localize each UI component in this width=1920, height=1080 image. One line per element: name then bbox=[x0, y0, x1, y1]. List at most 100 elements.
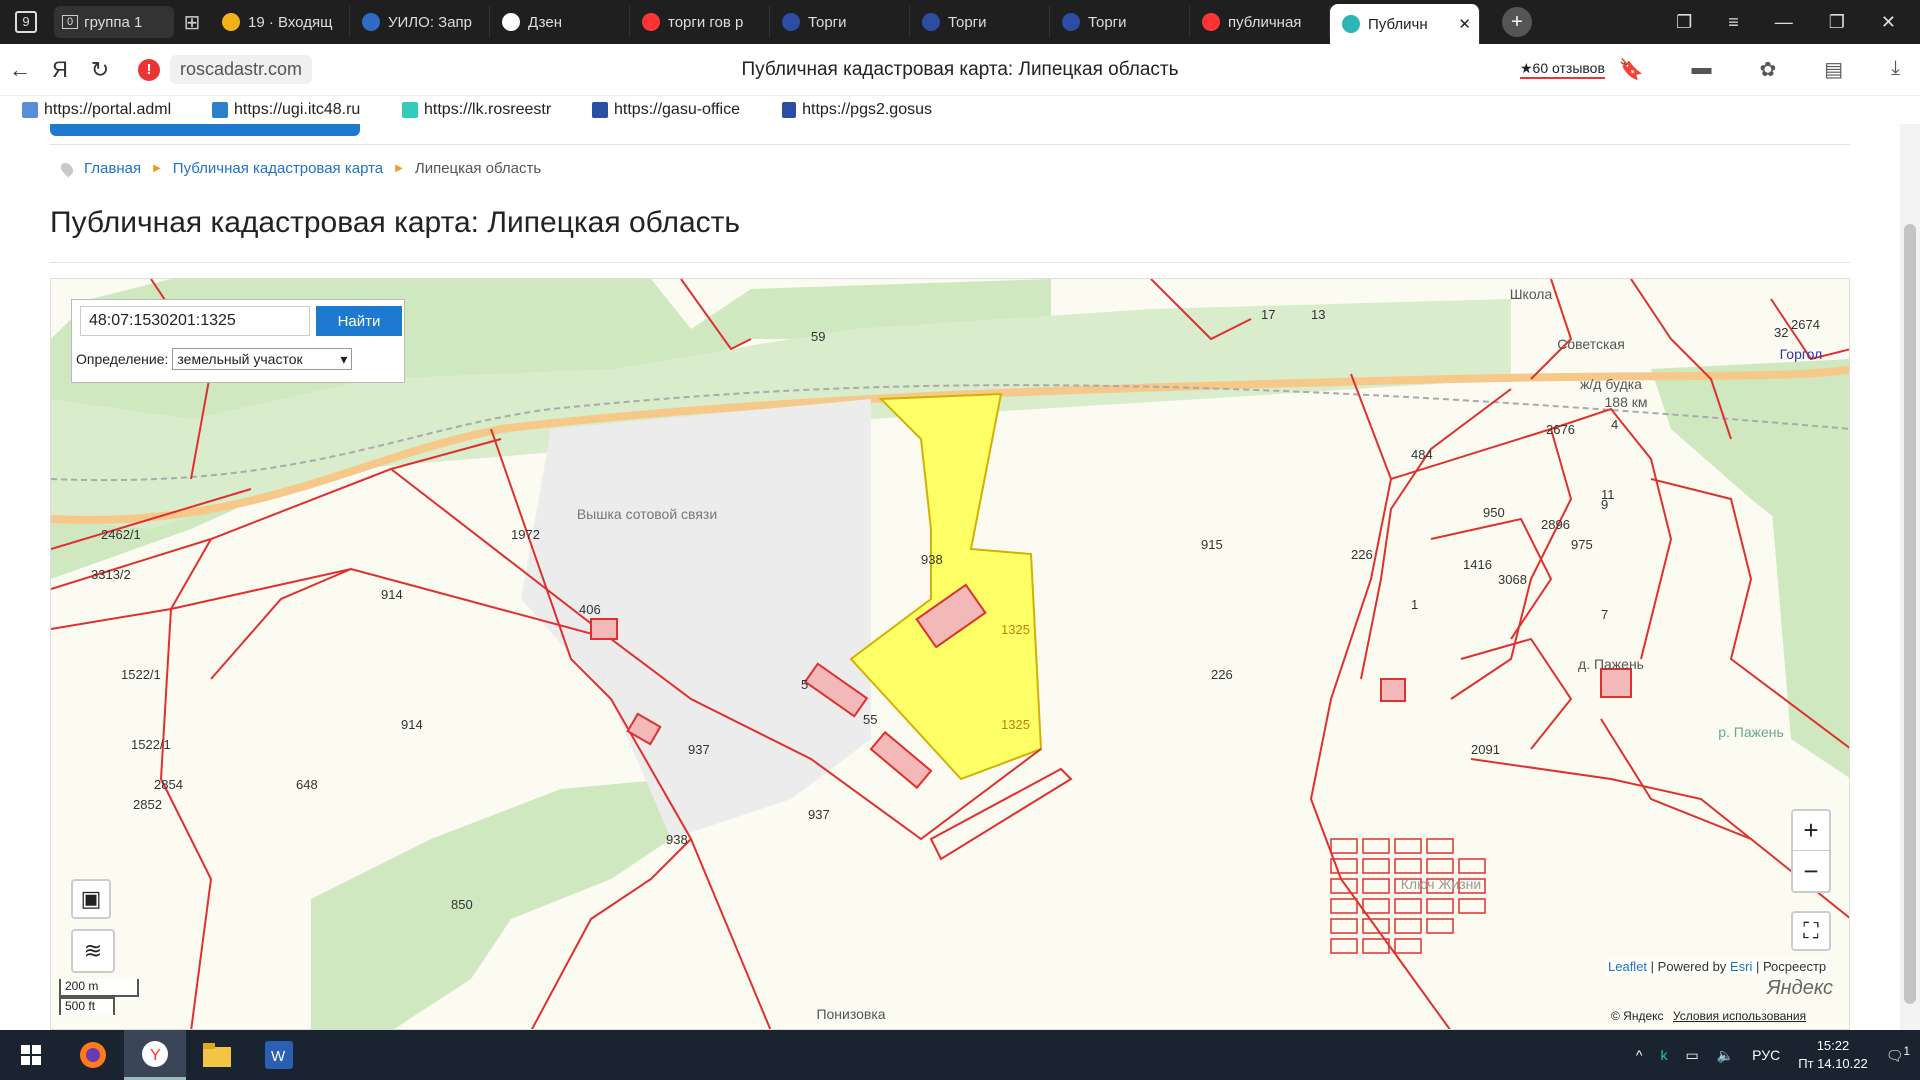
zoom-out-button[interactable]: − bbox=[1793, 851, 1829, 891]
yandex-logo: Яндекс bbox=[1767, 977, 1834, 999]
notification-count: 1 bbox=[1903, 1045, 1910, 1059]
download-icon[interactable]: ⤓ bbox=[1891, 57, 1900, 82]
parcel-label: 17 bbox=[1261, 307, 1275, 322]
restore-icon[interactable]: ❐ bbox=[1829, 12, 1845, 33]
reload-icon[interactable]: ↻ bbox=[80, 57, 120, 83]
map-built-area bbox=[521, 399, 871, 839]
browser-tab[interactable]: Торги bbox=[910, 6, 1050, 38]
yandex-browser-icon[interactable]: Y bbox=[124, 1030, 186, 1080]
notification-icon[interactable]: 🗨1 bbox=[1886, 1045, 1910, 1065]
parcel-label: 950 bbox=[1483, 505, 1505, 520]
bookmark-item[interactable]: https://gasu-office bbox=[592, 101, 742, 119]
warning-icon[interactable]: ! bbox=[138, 58, 160, 81]
url-text[interactable]: roscadastr.com bbox=[170, 55, 313, 84]
minimize-icon[interactable]: — bbox=[1775, 12, 1793, 33]
firefox-icon[interactable] bbox=[62, 1030, 124, 1080]
parcel-label: 2676 bbox=[1546, 422, 1575, 437]
browser-tab[interactable]: публичная bbox=[1190, 6, 1330, 38]
browser-tab[interactable]: Дзен bbox=[490, 6, 630, 38]
browser-tab[interactable]: Публичн ✕ bbox=[1330, 4, 1480, 44]
tab-group-count: 0 bbox=[62, 15, 79, 29]
zoom-in-button[interactable]: + bbox=[1793, 811, 1829, 851]
tab-label: УИЛО: Запр bbox=[388, 13, 473, 31]
tray-expand-icon[interactable]: ^ bbox=[1636, 1047, 1643, 1063]
tab-label: Публичн bbox=[1368, 15, 1428, 33]
breadcrumb-home[interactable]: Главная bbox=[84, 160, 141, 177]
leaflet-link[interactable]: Leaflet bbox=[1608, 959, 1647, 974]
start-icon[interactable] bbox=[0, 1030, 62, 1080]
find-button[interactable]: Найти bbox=[316, 306, 402, 336]
attribution-powered: | Powered by bbox=[1650, 959, 1727, 974]
clock-time: 15:22 bbox=[1816, 1038, 1850, 1053]
tab-counter-value: 9 bbox=[15, 11, 37, 33]
volume-icon[interactable]: 🔈 bbox=[1717, 1047, 1734, 1064]
file-explorer-icon[interactable] bbox=[186, 1030, 248, 1080]
parcel-label: 1522/1 bbox=[131, 737, 171, 752]
measure-icon[interactable]: ▣ bbox=[71, 879, 111, 919]
parcel-label: 1325 bbox=[1001, 622, 1030, 637]
parcel-label: 484 bbox=[1411, 447, 1433, 462]
yandex-terms-link[interactable]: Условия использования bbox=[1673, 1009, 1806, 1023]
tab-counter[interactable]: 9 bbox=[6, 6, 46, 38]
close-tab-icon[interactable]: ✕ bbox=[1458, 15, 1471, 33]
language-indicator[interactable]: РУС bbox=[1752, 1047, 1780, 1063]
reviews-badge[interactable]: ★60 отзывов bbox=[1520, 60, 1605, 79]
cadastral-number-input[interactable]: 48:07:1530201:1325 bbox=[80, 306, 310, 336]
tab-group-label: группа 1 bbox=[84, 13, 143, 31]
parcel-label: 648 bbox=[296, 777, 318, 792]
url-field[interactable]: ! roscadastr.com bbox=[128, 55, 322, 85]
page-scrollbar[interactable] bbox=[1900, 124, 1920, 1030]
clock[interactable]: 15:22 Пт 14.10.22 bbox=[1798, 1037, 1868, 1073]
place-label: Ключ Жизни bbox=[1401, 876, 1481, 892]
top-blue-button[interactable] bbox=[50, 124, 360, 136]
divider bbox=[50, 262, 1850, 263]
parcel-label: 13 bbox=[1311, 307, 1325, 322]
breadcrumb-map[interactable]: Публичная кадастровая карта bbox=[173, 160, 383, 177]
place-label: р. Пажень bbox=[1718, 724, 1784, 740]
new-tab-button[interactable]: + bbox=[1502, 7, 1532, 37]
word-icon[interactable]: W bbox=[248, 1030, 310, 1080]
bookmark-item[interactable]: https://ugi.itc48.ru bbox=[212, 101, 362, 119]
bookmark-item[interactable]: https://pgs2.gosus bbox=[782, 101, 932, 119]
bookmark-item[interactable]: https://lk.rosreestr bbox=[402, 101, 552, 119]
tab-label: Торги bbox=[948, 13, 987, 31]
extension-icon[interactable]: ✿ bbox=[1759, 57, 1776, 82]
yandex-icon[interactable]: Я bbox=[40, 57, 80, 83]
fullscreen-icon[interactable]: ⛶ bbox=[1791, 911, 1831, 951]
tab-group[interactable]: 0 группа 1 bbox=[54, 6, 174, 38]
parcel-label: 914 bbox=[401, 717, 423, 732]
browser-tab[interactable]: УИЛО: Запр bbox=[350, 6, 490, 38]
browser-tab[interactable]: 19 · Входящ bbox=[210, 6, 350, 38]
close-window-icon[interactable]: ✕ bbox=[1881, 12, 1896, 33]
reader-icon[interactable]: ▤ bbox=[1824, 57, 1843, 82]
parcel-label: 226 bbox=[1211, 667, 1233, 682]
menu-icon[interactable]: ≡ bbox=[1728, 12, 1739, 33]
network-icon[interactable]: ▭ bbox=[1686, 1047, 1699, 1064]
map-canvas[interactable]: 1325132591591491419722462/13313/26489379… bbox=[51, 279, 1850, 1030]
window-controls: ❐ ≡ — ❐ ✕ bbox=[1676, 12, 1896, 33]
bookmark-icon[interactable]: 🔖 bbox=[1619, 57, 1644, 82]
parcel-label: 2674 bbox=[1791, 317, 1820, 332]
bookmark-item[interactable]: https://portal.adml bbox=[22, 101, 172, 119]
browser-tab[interactable]: Торги bbox=[1050, 6, 1190, 38]
browser-tab[interactable]: Торги bbox=[770, 6, 910, 38]
collections-icon[interactable]: ❐ bbox=[1676, 12, 1692, 33]
parcel-label: 850 bbox=[451, 897, 473, 912]
cadastral-map[interactable]: 1325 1325 915 914 914 1972 2462/1 3313/2 648 937 9… bbox=[50, 278, 1850, 1030]
layers-icon[interactable]: ≋ bbox=[71, 929, 115, 973]
location-pin-icon bbox=[58, 160, 76, 177]
esri-link[interactable]: Esri bbox=[1730, 959, 1752, 974]
definition-select[interactable]: земельный участок bbox=[172, 348, 353, 370]
cadastral-search-panel: 48:07:1530201:1325 Найти Определение: зе… bbox=[71, 299, 405, 383]
scrollbar-thumb[interactable] bbox=[1904, 224, 1916, 1004]
kaspersky-icon[interactable]: k bbox=[1661, 1047, 1668, 1063]
new-group-icon[interactable]: ⊞ bbox=[174, 6, 210, 38]
back-icon[interactable]: ← bbox=[0, 57, 40, 83]
browser-tab[interactable]: торги гов р bbox=[630, 6, 770, 38]
place-label: д. Пажень bbox=[1578, 656, 1644, 672]
tab-favicon-icon bbox=[222, 13, 240, 31]
protect-icon[interactable]: ▬ bbox=[1691, 57, 1711, 82]
breadcrumb: Главная ▶ Публичная кадастровая карта ▶ … bbox=[58, 160, 541, 177]
bookmarks-bar: https://portal.adml https://ugi.itc48.ru… bbox=[0, 96, 1920, 124]
parcel-label: 226 bbox=[1351, 547, 1373, 562]
